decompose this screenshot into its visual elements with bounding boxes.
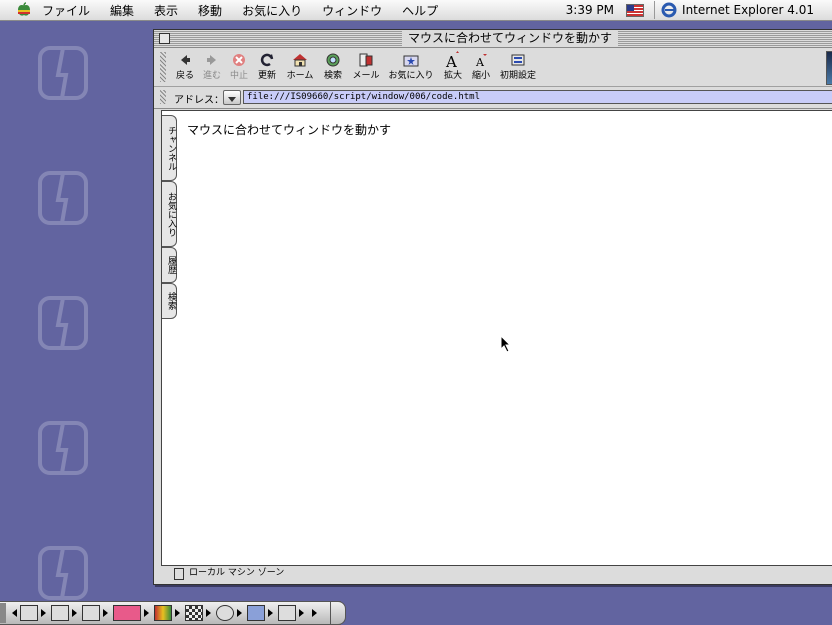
stop-button[interactable]: 中止 xyxy=(228,51,250,81)
strip-printer[interactable] xyxy=(278,605,307,621)
tab-favorites[interactable]: お気に入り xyxy=(162,181,177,247)
strip-arrow-icon xyxy=(103,609,108,617)
control-strip-handle[interactable] xyxy=(0,603,6,623)
disc-icon xyxy=(216,605,234,621)
keyboard-flag-icon[interactable] xyxy=(626,3,645,17)
menu-help[interactable]: ヘルプ xyxy=(402,2,438,19)
strip-resolution[interactable] xyxy=(185,605,214,621)
desktop-pattern-icon xyxy=(28,40,98,110)
apple-menu-icon[interactable] xyxy=(16,2,32,18)
desktop-pattern-icon xyxy=(28,290,98,360)
title-bar[interactable]: マウスに合わせてウィンドウを動かす xyxy=(154,30,832,48)
file-sharing-icon xyxy=(247,605,265,621)
address-dropdown-button[interactable] xyxy=(223,90,241,105)
address-bar: アドレス： file:///IS09660/script/window/006/… xyxy=(154,87,832,109)
address-input[interactable]: file:///IS09660/script/window/006/code.h… xyxy=(243,90,832,104)
forward-arrow-icon xyxy=(207,55,216,65)
mail-icon xyxy=(359,53,373,67)
cd-audio-icon xyxy=(51,605,69,621)
status-zone-text: ローカル マシン ゾーン xyxy=(189,568,285,578)
strip-file-sharing[interactable] xyxy=(247,605,276,621)
menu-favorites[interactable]: お気に入り xyxy=(242,2,302,19)
refresh-icon xyxy=(260,53,274,67)
preferences-icon xyxy=(511,54,525,66)
search-icon xyxy=(326,53,340,67)
strip-scroll-right-icon[interactable] xyxy=(312,609,317,617)
internet-explorer-icon xyxy=(661,2,677,18)
favorites-icon xyxy=(403,55,419,67)
strip-arrow-icon xyxy=(144,609,149,617)
menu-clock[interactable]: 3:39 PM xyxy=(566,3,614,17)
tab-channels[interactable]: チャンネル xyxy=(162,115,177,181)
toolbar: 戻る 進む 中止 更新 ホーム 検索 メール お気に入り A 拡大 A 縮小 初… xyxy=(154,48,832,87)
chevron-down-icon xyxy=(228,97,236,102)
menu-bar: ファイル 編集 表示 移動 お気に入り ウィンドウ ヘルプ 3:39 PM In… xyxy=(0,0,832,21)
toolbar-grip[interactable] xyxy=(160,52,166,82)
strip-arrow-icon xyxy=(299,609,304,617)
control-strip-tab[interactable] xyxy=(330,601,346,625)
throbber-icon[interactable] xyxy=(826,51,832,85)
strip-arrow-icon xyxy=(175,609,180,617)
close-box[interactable] xyxy=(159,33,170,44)
text-smaller-button[interactable]: A 縮小 xyxy=(469,51,493,81)
menu-window[interactable]: ウィンドウ xyxy=(322,2,382,19)
text-larger-button[interactable]: A 拡大 xyxy=(441,51,465,81)
monitor-icon xyxy=(20,605,38,621)
window-title: マウスに合わせてウィンドウを動かす xyxy=(402,31,619,46)
strip-arrow-icon xyxy=(237,609,242,617)
color-depth-icon xyxy=(154,605,172,621)
address-grip[interactable] xyxy=(160,90,166,104)
strip-sound[interactable] xyxy=(82,605,111,621)
printer-icon xyxy=(278,605,296,621)
address-label: アドレス： xyxy=(174,95,224,106)
svg-text:A: A xyxy=(475,56,485,69)
menu-view[interactable]: 表示 xyxy=(154,2,178,19)
home-button[interactable]: ホーム xyxy=(285,51,315,81)
preferences-button[interactable]: 初期設定 xyxy=(497,51,539,81)
menu-go[interactable]: 移動 xyxy=(198,2,222,19)
refresh-button[interactable]: 更新 xyxy=(255,51,279,81)
page-heading-text: マウスに合わせてウィンドウを動かす xyxy=(187,123,392,137)
text-smaller-icon: A xyxy=(475,54,487,69)
strip-colors[interactable] xyxy=(154,605,183,621)
strip-cd[interactable] xyxy=(51,605,80,621)
stop-icon xyxy=(233,54,245,66)
favorites-button[interactable]: お気に入り xyxy=(387,51,435,81)
tab-search[interactable]: 検索 xyxy=(162,283,177,319)
browser-window: マウスに合わせてウィンドウを動かす 戻る 進む 中止 更新 ホーム 検索 メール… xyxy=(153,29,832,585)
desktop-pattern-icon xyxy=(28,165,98,235)
svg-text:A: A xyxy=(445,53,457,69)
menu-edit[interactable]: 編集 xyxy=(110,2,134,19)
speaker-icon xyxy=(82,605,100,621)
memory-icon xyxy=(113,605,141,621)
text-larger-icon: A xyxy=(445,51,459,69)
strip-disc[interactable] xyxy=(216,605,245,621)
strip-arrow-icon xyxy=(268,609,273,617)
control-strip xyxy=(0,601,341,625)
desktop-pattern-icon xyxy=(28,540,98,610)
back-arrow-icon xyxy=(181,55,190,65)
page-content[interactable]: チャンネル お気に入り 履歴 検索 マウスに合わせてウィンドウを動かす xyxy=(161,110,832,566)
back-button[interactable]: 戻る xyxy=(174,51,196,81)
strip-arrow-icon xyxy=(72,609,77,617)
status-bar: ローカル マシン ゾーン xyxy=(161,565,832,581)
strip-scroll-left-icon[interactable] xyxy=(12,609,17,617)
zone-icon xyxy=(174,568,184,580)
strip-arrow-icon xyxy=(41,609,46,617)
search-button[interactable]: 検索 xyxy=(321,51,345,81)
strip-memory[interactable] xyxy=(113,605,152,621)
resolution-icon xyxy=(185,605,203,621)
menu-divider xyxy=(654,1,656,19)
application-menu[interactable]: Internet Explorer 4.01 xyxy=(682,3,814,17)
tab-history[interactable]: 履歴 xyxy=(162,247,177,283)
strip-monitor[interactable] xyxy=(20,605,49,621)
home-icon xyxy=(293,54,307,67)
mouse-cursor-icon xyxy=(500,335,512,353)
strip-arrow-icon xyxy=(206,609,211,617)
forward-button[interactable]: 進む xyxy=(201,51,223,81)
menu-file[interactable]: ファイル xyxy=(42,2,90,19)
mail-button[interactable]: メール xyxy=(351,51,381,81)
desktop-pattern-icon xyxy=(28,415,98,485)
